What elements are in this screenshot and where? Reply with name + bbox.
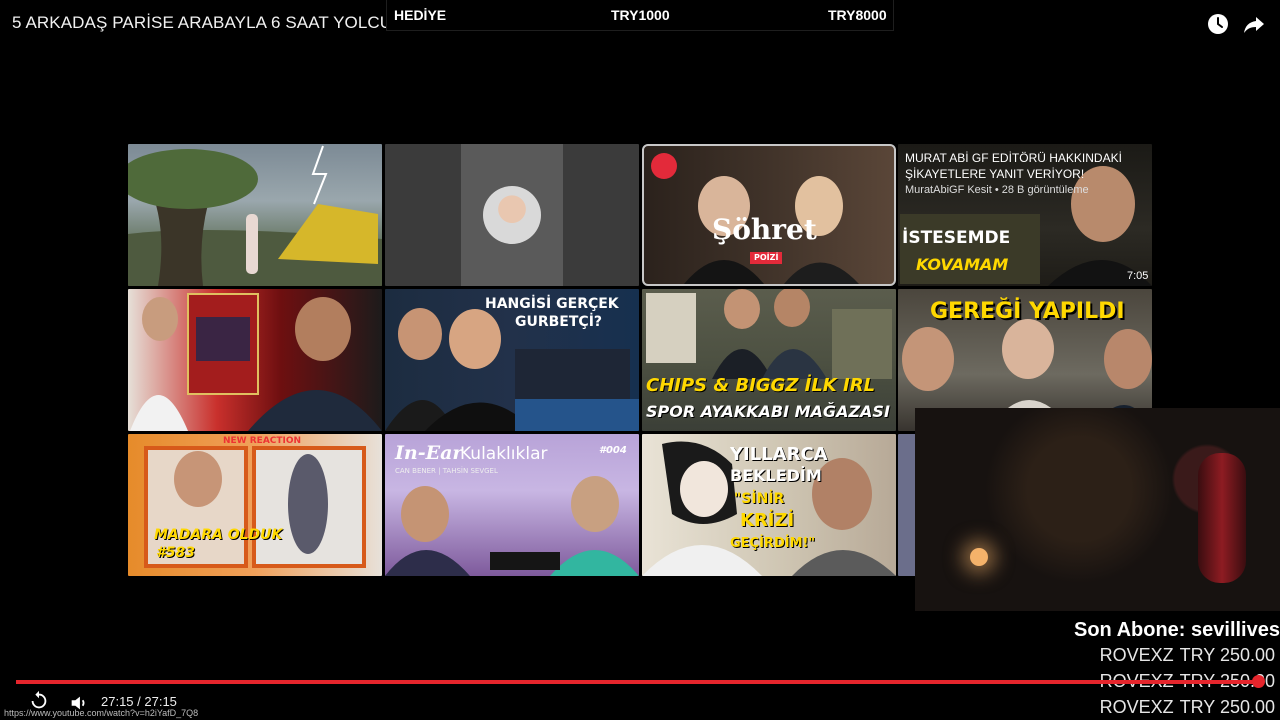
share-icon[interactable] bbox=[1242, 12, 1266, 36]
recent-donation: ROVEXZTRY 250.00 bbox=[1100, 697, 1275, 718]
recent-donation: ROVEXZTRY 250.00 bbox=[1100, 645, 1275, 666]
lamp-glow bbox=[970, 548, 988, 566]
video-tile[interactable]: CHIPS & BIGGZ İLK IRL SPOR AYAKKABI MAĞA… bbox=[642, 289, 896, 431]
tile-headline: KOVAMAM bbox=[916, 255, 1009, 274]
progress-scrubber[interactable] bbox=[1252, 675, 1265, 688]
video-duration: 7:05 bbox=[1127, 270, 1149, 282]
gift-label: HEDİYE bbox=[394, 7, 447, 23]
tile-headline: #583 bbox=[156, 545, 195, 561]
tile-headline: MADARA OLDUK bbox=[154, 527, 283, 543]
latest-subscriber: Son Abone: sevillives bbox=[1074, 619, 1280, 641]
hover-title-line-2: ŞİKAYETLERE YANIT VERİYOR! bbox=[905, 167, 1085, 181]
video-tile[interactable]: In-Ear Kulaklıklar CAN BENER | TAHSİN SE… bbox=[385, 434, 639, 576]
donation-amount: TRY 250.00 bbox=[1179, 645, 1275, 665]
video-tile[interactable]: HANGİSİ GERÇEK GURBETÇİ? bbox=[385, 289, 639, 431]
progress-bar[interactable] bbox=[16, 680, 1258, 684]
tent-storm-artwork bbox=[128, 145, 382, 286]
time-display: 27:15 / 27:15 bbox=[101, 694, 177, 709]
video-tile[interactable] bbox=[128, 144, 382, 286]
video-tile[interactable] bbox=[128, 289, 382, 431]
reaction-label: NEW REACTION bbox=[223, 436, 302, 446]
video-tile[interactable]: YILLARCA BEKLEDİM "SİNİR KRİZİ GEÇİRDİM!… bbox=[642, 434, 896, 576]
tile-headline: GEÇİRDİM!" bbox=[730, 536, 816, 551]
episode-number: #004 bbox=[599, 445, 627, 456]
tile-headline: "SİNİR bbox=[734, 491, 785, 507]
guest-names: CAN BENER | TAHSİN SEVGEL bbox=[395, 467, 498, 475]
donor-name: ROVEXZ bbox=[1099, 645, 1174, 665]
avatar bbox=[483, 186, 541, 244]
goal-mid-amount: TRY1000 bbox=[611, 7, 670, 23]
goal-max-amount: TRY8000 bbox=[828, 7, 887, 23]
tile-badge: POİZİ bbox=[750, 252, 783, 264]
tile-headline: İSTESEMDE bbox=[902, 228, 1011, 248]
tile-headline: Şöhret bbox=[712, 213, 817, 246]
status-url: https://www.youtube.com/watch?v=h2iYafD_… bbox=[4, 708, 199, 718]
card-reaction-artwork bbox=[130, 293, 382, 431]
video-tile[interactable]: NEW REACTION MADARA OLDUK #583 bbox=[128, 434, 382, 576]
webcam-overlay bbox=[915, 408, 1280, 611]
microphone bbox=[1198, 453, 1246, 583]
tile-headline: GURBETÇİ? bbox=[515, 314, 603, 330]
tile-headline: CHIPS & BIGGZ İLK IRL bbox=[646, 375, 876, 396]
video-title: 5 ARKADAŞ PARİSE ARABAYLA 6 SAAT YOLCU bbox=[12, 13, 393, 32]
video-tile[interactable]: MURAT ABİ GF EDİTÖRÜ HAKKINDAKİ ŞİKAYETL… bbox=[898, 144, 1152, 286]
video-tile[interactable]: Şöhret POİZİ bbox=[642, 144, 896, 286]
donation-goal-bar: HEDİYE TRY1000 TRY8000 bbox=[386, 0, 894, 31]
donor-name: ROVEXZ bbox=[1099, 697, 1174, 717]
tile-headline: Kulaklıklar bbox=[460, 444, 548, 464]
video-tile[interactable] bbox=[385, 144, 639, 286]
tile-headline: HANGİSİ GERÇEK bbox=[485, 296, 619, 312]
donation-amount: TRY 250.00 bbox=[1179, 697, 1275, 717]
tile-headline: YILLARCA bbox=[730, 444, 828, 465]
tile-headline: BEKLEDİM bbox=[730, 466, 822, 485]
tile-headline: In-Ear bbox=[395, 442, 463, 464]
tile-headline: GEREĞİ YAPILDI bbox=[930, 299, 1125, 324]
tile-headline: SPOR AYAKKABI MAĞAZASI bbox=[646, 402, 890, 421]
hover-title-line-1: MURAT ABİ GF EDİTÖRÜ HAKKINDAKİ bbox=[905, 151, 1122, 165]
clock-icon[interactable] bbox=[1206, 12, 1230, 36]
hover-meta: MuratAbiGF Kesit • 28 B görüntüleme bbox=[905, 184, 1089, 196]
tile-headline: KRİZİ bbox=[740, 510, 795, 531]
